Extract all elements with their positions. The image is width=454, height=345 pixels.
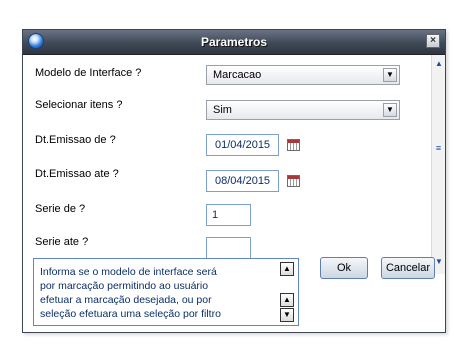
- scroll-up-icon[interactable]: ▲: [432, 57, 446, 71]
- chevron-down-icon[interactable]: ▼: [383, 103, 397, 117]
- selecionar-itens-value: Sim: [213, 104, 232, 116]
- help-description-box: Informa se o modelo de interface será po…: [33, 258, 299, 326]
- chevron-down-icon[interactable]: ▼: [383, 68, 397, 82]
- help-scroll-up-icon[interactable]: ▲: [280, 293, 294, 307]
- help-line: efetuar a marcação desejada, ou por: [40, 294, 212, 306]
- dt-emissao-ate-label: Dt.Emissao ate ?: [35, 168, 119, 180]
- calendar-icon[interactable]: [287, 175, 300, 187]
- title-bar: Parametros ×: [23, 30, 445, 55]
- help-line: por marcação permitindo ao usuário: [40, 280, 209, 292]
- serie-de-label: Serie de ?: [35, 203, 86, 215]
- close-button[interactable]: ×: [426, 34, 440, 48]
- help-text: Informa se o modelo de interface será po…: [40, 265, 272, 321]
- dt-emissao-de-input[interactable]: 01/04/2015: [206, 134, 279, 156]
- help-line: Informa se o modelo de interface será: [40, 266, 217, 278]
- dt-emissao-de-value: 01/04/2015: [215, 139, 271, 151]
- form-scrollbar[interactable]: ▲ ≡ ▼: [431, 55, 445, 274]
- dt-emissao-ate-value: 08/04/2015: [215, 175, 271, 187]
- dt-emissao-ate-input[interactable]: 08/04/2015: [206, 170, 279, 192]
- parametros-dialog: Parametros × Modelo de Interface ? Marca…: [22, 29, 446, 333]
- modelo-interface-select[interactable]: Marcacao ▼: [206, 65, 400, 85]
- selecionar-itens-label: Selecionar itens ?: [35, 99, 123, 111]
- help-line: seleção efetuara uma seleção por filtro: [40, 308, 221, 320]
- ok-button[interactable]: Ok: [320, 257, 368, 279]
- calendar-icon[interactable]: [287, 139, 300, 151]
- help-scroll-down-icon[interactable]: ▼: [280, 308, 294, 322]
- modelo-interface-label: Modelo de Interface ?: [35, 67, 142, 79]
- modelo-interface-value: Marcacao: [213, 69, 262, 81]
- serie-ate-label: Serie ate ?: [35, 236, 89, 248]
- serie-de-input[interactable]: 1: [206, 204, 251, 226]
- scroll-thumb-grip-icon[interactable]: ≡: [434, 144, 443, 157]
- cancel-button[interactable]: Cancelar: [381, 257, 435, 279]
- serie-ate-input[interactable]: [206, 237, 251, 259]
- help-scroll-up-icon[interactable]: ▲: [280, 262, 294, 276]
- dialog-title: Parametros: [200, 35, 268, 49]
- selecionar-itens-select[interactable]: Sim ▼: [206, 100, 400, 120]
- serie-de-value: 1: [212, 209, 219, 221]
- dt-emissao-de-label: Dt.Emissao de ?: [35, 134, 116, 146]
- parameters-form: Modelo de Interface ? Marcacao ▼ Selecio…: [23, 55, 431, 274]
